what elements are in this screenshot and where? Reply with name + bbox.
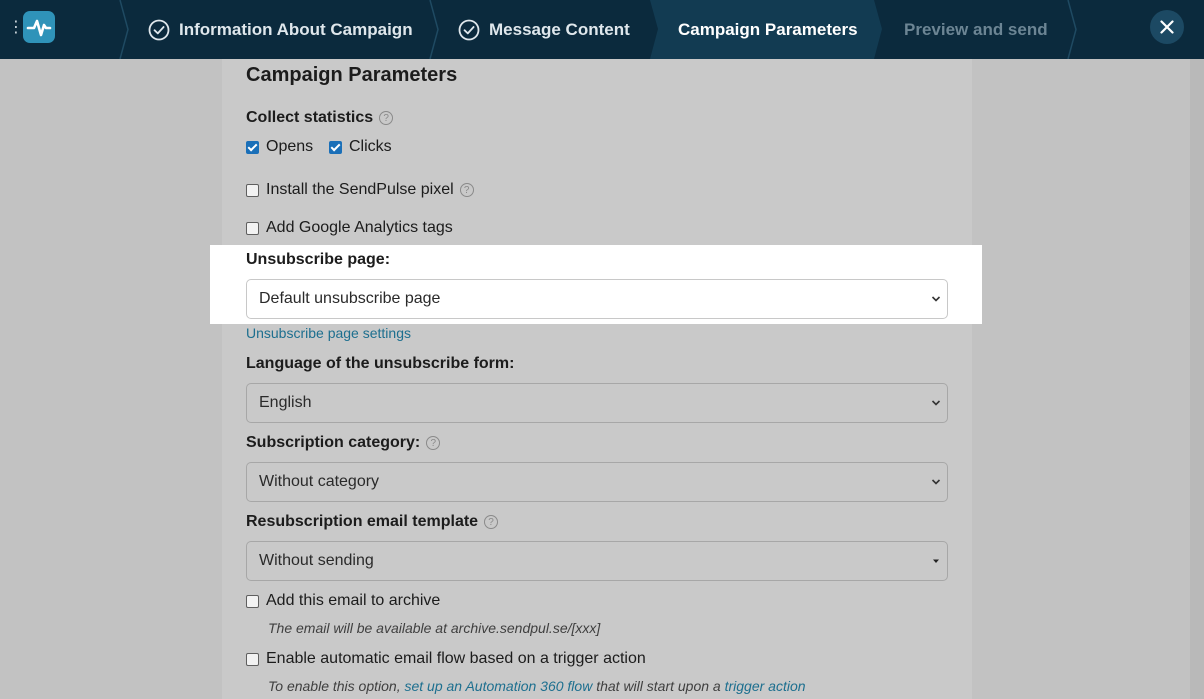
- step-information-about-campaign[interactable]: Information About Campaign: [148, 0, 413, 59]
- chevron-down-icon: [931, 296, 941, 302]
- clicks-checkbox[interactable]: [329, 141, 342, 154]
- chevron-down-icon: [931, 479, 941, 485]
- unsubscribe-page-value: Default unsubscribe page: [259, 290, 441, 307]
- google-analytics-label: Add Google Analytics tags: [266, 219, 453, 236]
- more-menu-icon[interactable]: ⋮: [8, 18, 24, 38]
- clicks-label: Clicks: [349, 138, 392, 155]
- unsubscribe-language-label: Language of the unsubscribe form:: [246, 355, 515, 372]
- wizard-header: ⋮ Information About Campaign Message Con…: [0, 0, 1204, 59]
- opens-label: Opens: [266, 138, 314, 155]
- automation-360-link[interactable]: set up an Automation 360 flow: [404, 678, 592, 694]
- unsubscribe-language-value: English: [259, 394, 312, 411]
- step-label: Campaign Parameters: [678, 19, 858, 39]
- archive-note: The email will be available at archive.s…: [268, 620, 601, 636]
- step-label: Message Content: [489, 19, 630, 39]
- check-circle-icon: [148, 19, 170, 40]
- app-logo-icon[interactable]: [23, 11, 55, 43]
- sendpulse-pixel-text: Install the SendPulse pixel: [266, 181, 454, 198]
- step-separator-icon: [1067, 0, 1077, 59]
- archive-checkbox[interactable]: [246, 595, 259, 608]
- collect-statistics-text: Collect statistics: [246, 109, 374, 126]
- chevron-down-icon: [931, 400, 941, 406]
- step-preview-and-send[interactable]: Preview and send: [904, 0, 1048, 59]
- unsubscribe-language-select[interactable]: English: [246, 383, 948, 423]
- automation-label: Enable automatic email flow based on a t…: [266, 650, 646, 667]
- caret-down-icon: [933, 559, 939, 563]
- unsubscribe-page-select[interactable]: Default unsubscribe page: [246, 279, 948, 319]
- close-button[interactable]: [1150, 10, 1184, 44]
- page-title: Campaign Parameters: [246, 64, 458, 86]
- resubscription-template-text: Resubscription email template: [246, 513, 479, 530]
- step-separator-icon: [119, 0, 129, 59]
- subscription-category-label: Subscription category: ?: [246, 433, 441, 453]
- unsubscribe-page-settings-link[interactable]: Unsubscribe page settings: [246, 325, 411, 341]
- automation-note-prefix: To enable this option,: [268, 678, 401, 694]
- automation-note-middle: that will start upon a: [596, 678, 721, 694]
- archive-label: Add this email to archive: [266, 592, 441, 609]
- step-campaign-parameters[interactable]: Campaign Parameters: [678, 0, 858, 59]
- subscription-category-text: Subscription category:: [246, 434, 421, 451]
- subscription-category-select[interactable]: Without category: [246, 462, 948, 502]
- opens-checkbox[interactable]: [246, 141, 259, 154]
- trigger-action-link[interactable]: trigger action: [725, 678, 806, 694]
- close-icon: [1160, 20, 1174, 34]
- help-icon[interactable]: ?: [426, 436, 441, 450]
- unsubscribe-page-label: Unsubscribe page:: [246, 251, 391, 268]
- step-label: Information About Campaign: [179, 19, 413, 39]
- step-label: Preview and send: [904, 19, 1048, 39]
- resubscription-template-label: Resubscription email template ?: [246, 512, 499, 532]
- google-analytics-checkbox[interactable]: [246, 222, 259, 235]
- step-message-content[interactable]: Message Content: [458, 0, 630, 59]
- scrollbar[interactable]: [1190, 59, 1204, 699]
- resubscription-template-select[interactable]: Without sending: [246, 541, 948, 581]
- automation-checkbox[interactable]: [246, 653, 259, 666]
- sendpulse-pixel-label: Install the SendPulse pixel ?: [266, 180, 474, 200]
- sendpulse-pixel-checkbox[interactable]: [246, 184, 259, 197]
- check-circle-icon: [458, 19, 480, 40]
- automation-note: To enable this option, set up an Automat…: [268, 678, 806, 694]
- help-icon[interactable]: ?: [379, 111, 394, 125]
- subscription-category-value: Without category: [259, 473, 380, 490]
- collect-statistics-label: Collect statistics ?: [246, 108, 394, 128]
- resubscription-template-value: Without sending: [259, 552, 374, 569]
- help-icon[interactable]: ?: [484, 515, 499, 529]
- step-separator-icon: [429, 0, 439, 59]
- help-icon[interactable]: ?: [459, 183, 474, 197]
